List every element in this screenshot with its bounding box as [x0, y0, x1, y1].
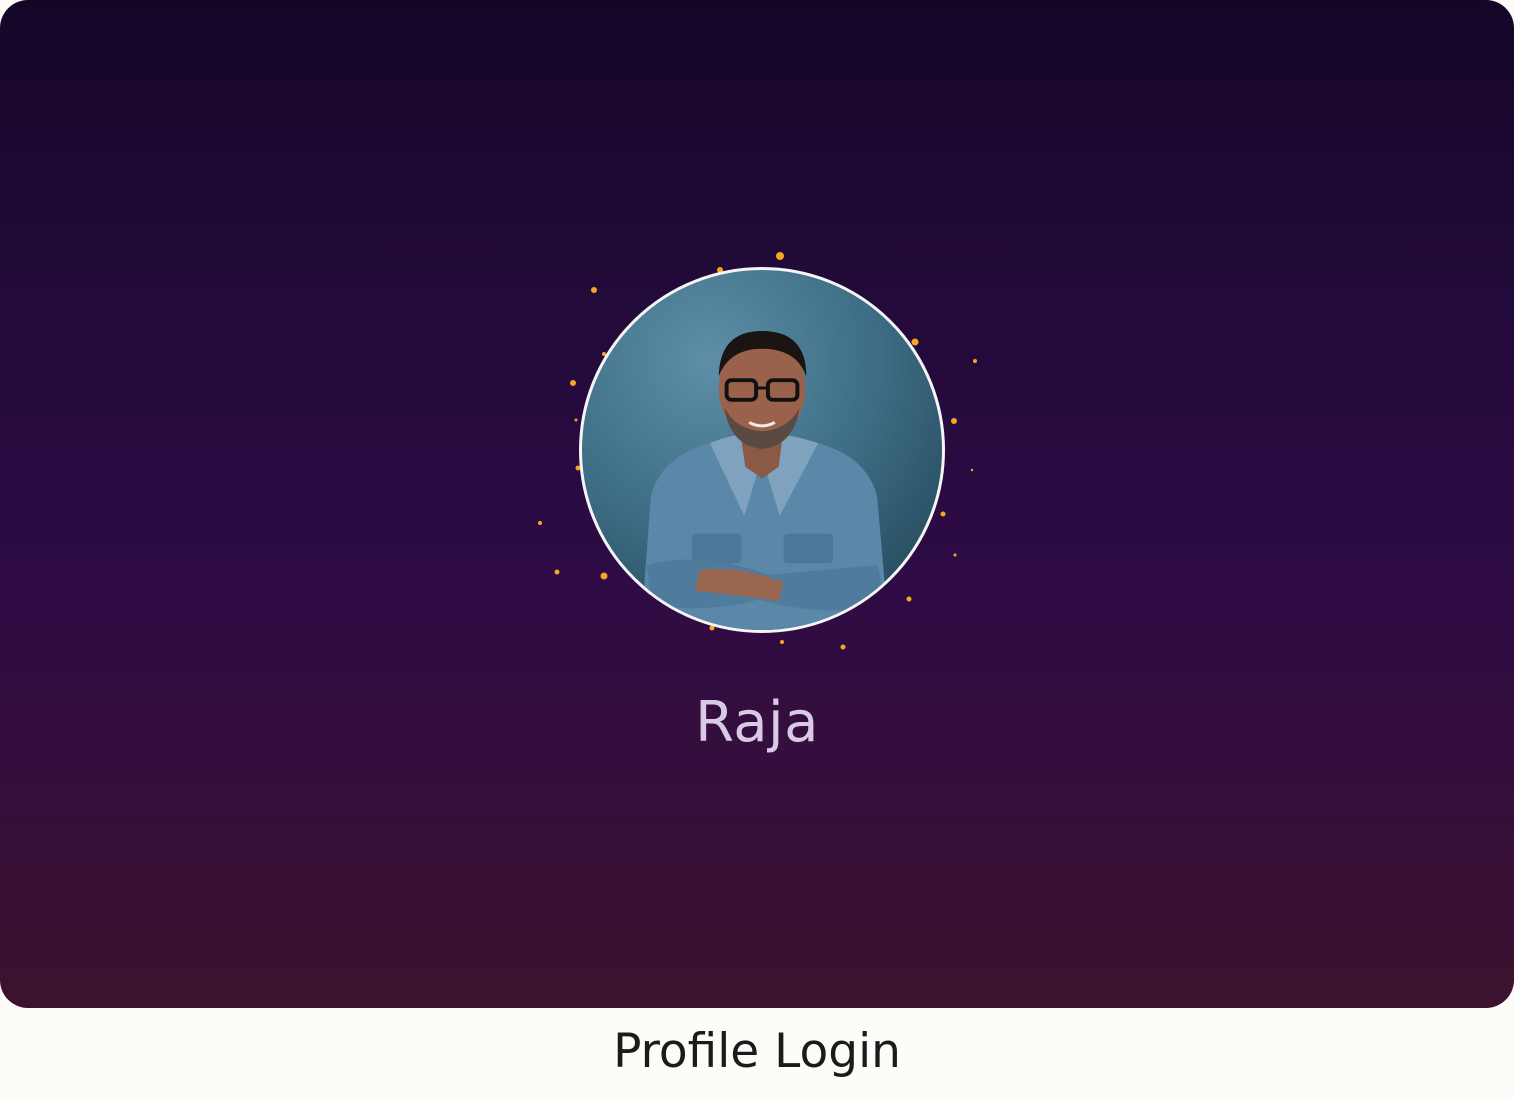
sparkle-dot	[776, 252, 784, 260]
sparkle-dot	[600, 572, 608, 580]
sparkle-dot	[591, 287, 597, 293]
page-caption: Profile Login	[613, 1024, 901, 1079]
profile-avatar[interactable]	[579, 267, 945, 633]
sparkle-dot	[554, 569, 560, 575]
sparkle-dot	[953, 553, 957, 557]
sparkle-dot	[570, 380, 576, 386]
sparkle-dot	[780, 640, 784, 644]
sparkle-dot	[840, 644, 846, 650]
user-avatar-photo-icon	[641, 330, 889, 630]
sparkle-dot	[951, 418, 957, 424]
sparkle-dot	[906, 596, 912, 602]
sparkle-dot	[538, 521, 542, 525]
sparkle-dot	[911, 338, 919, 346]
sparkle-dot	[940, 511, 946, 517]
sparkle-dot	[973, 359, 977, 363]
sparkle-dot	[970, 468, 974, 472]
sparkle-dot	[574, 418, 578, 422]
profile-name: Raja	[695, 690, 819, 755]
profile-login-card: Raja	[0, 0, 1514, 1008]
